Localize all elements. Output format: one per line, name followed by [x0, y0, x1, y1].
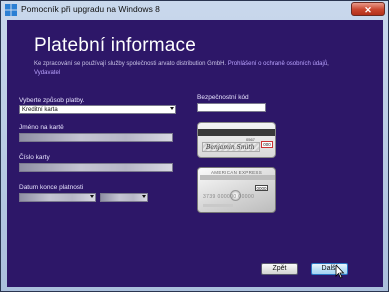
chevron-down-icon [170, 107, 174, 110]
card-number-input[interactable] [19, 163, 173, 172]
close-icon: ✕ [364, 5, 372, 15]
title-bar[interactable]: Pomocník při upgradu na Windows 8 ✕ [1, 1, 388, 19]
card-number-label: Číslo karty [19, 154, 50, 161]
chevron-down-icon [90, 195, 94, 198]
page-title: Platební informace [34, 35, 197, 56]
cardholder-name-input[interactable] [19, 133, 173, 142]
privacy-separator: , [327, 61, 329, 67]
chevron-down-icon [142, 195, 146, 198]
mouse-pointer-icon [335, 265, 345, 279]
security-code-label: Bezpečnostní kód [197, 94, 249, 101]
privacy-statement-link[interactable]: Prohlášení o ochraně osobních údajů [228, 61, 327, 67]
privacy-notice: Ke zpracování se používají služby společ… [34, 60, 354, 78]
close-button[interactable]: ✕ [351, 2, 385, 16]
card-front-number: 3739 000000 00000 [203, 194, 255, 200]
back-button[interactable]: Zpět [261, 263, 298, 275]
cardholder-name-label: Jméno na kartě [19, 124, 64, 131]
expiry-month-select[interactable] [19, 193, 96, 202]
card-band [200, 175, 275, 180]
card-front-cvv: 0000 [255, 185, 268, 191]
card-back-illustration: 0567 Benjamin Smith 000 [197, 122, 276, 158]
card-back-cvv: 000 [261, 141, 273, 148]
expiry-date-label: Datum konce platnosti [19, 184, 84, 191]
payment-page: Platební informace Ke zpracování se použ… [7, 20, 383, 287]
payment-method-select[interactable]: Kreditní karta [19, 105, 176, 114]
signature-strip: Benjamin Smith [202, 142, 260, 152]
upgrade-assistant-window: Pomocník při upgradu na Windows 8 ✕ Plat… [0, 0, 389, 292]
publisher-link[interactable]: Vydavatel [34, 70, 60, 76]
expiry-year-select[interactable] [100, 193, 148, 202]
windows-logo-icon [5, 4, 17, 16]
magnetic-stripe [198, 129, 275, 136]
window-title: Pomocník při upgradu na Windows 8 [21, 4, 160, 14]
card-front-illustration: AMERICAN EXPRESS 0000 3739 000000 00000 [197, 167, 276, 213]
payment-method-value: Kreditní karta [22, 107, 58, 113]
privacy-text: Ke zpracování se používají služby společ… [34, 61, 228, 67]
card-foot-strip [203, 204, 233, 207]
security-code-input[interactable] [197, 103, 266, 112]
payment-method-label: Vyberte způsob platby. [19, 97, 85, 104]
